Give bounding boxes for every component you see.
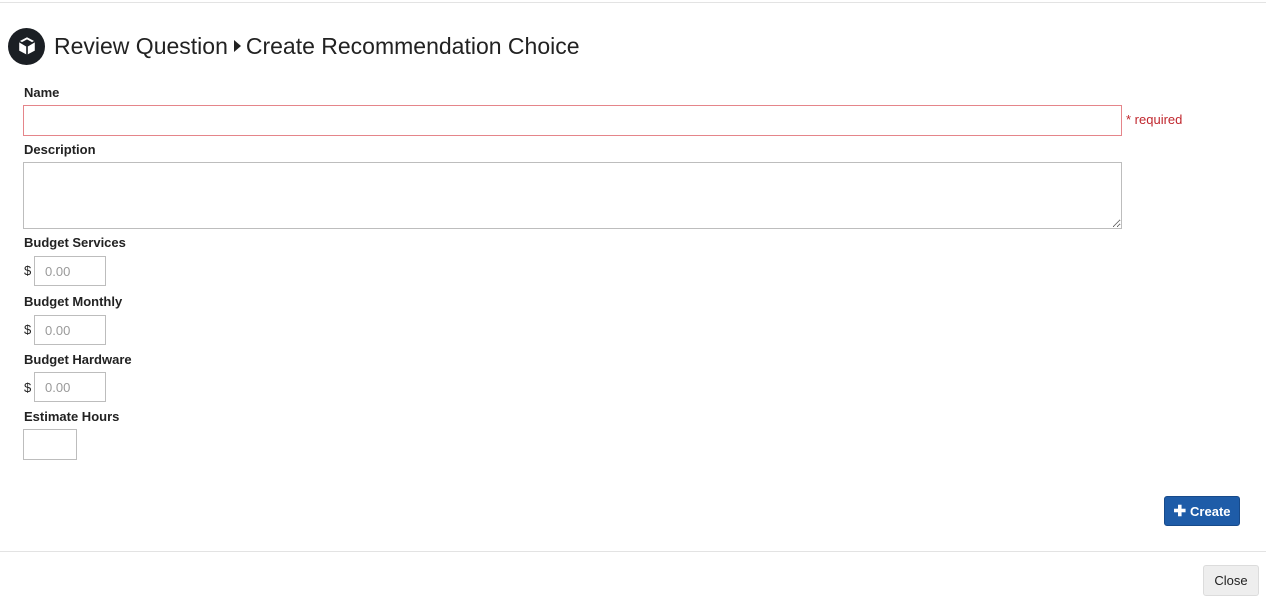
cube-icon xyxy=(8,27,45,65)
name-label: Name xyxy=(24,85,60,100)
caret-right-icon xyxy=(233,40,241,52)
budget-services-currency: $ xyxy=(24,263,32,278)
budget-monthly-input[interactable] xyxy=(34,315,106,345)
close-button-label: Close xyxy=(1214,573,1248,588)
name-field[interactable] xyxy=(23,105,1122,136)
dialog-header: Review Question Create Recommendation Ch… xyxy=(8,27,580,65)
budget-services-label: Budget Services xyxy=(24,235,126,250)
plus-icon: ✚ xyxy=(1173,502,1187,520)
budget-hardware-label: Budget Hardware xyxy=(24,352,132,367)
top-divider xyxy=(0,2,1266,3)
budget-monthly-label: Budget Monthly xyxy=(24,294,123,309)
budget-hardware-input[interactable] xyxy=(34,372,106,402)
breadcrumb-parent: Review Question xyxy=(54,32,228,59)
budget-hardware-currency: $ xyxy=(24,380,32,395)
create-recommendation-dialog: Review Question Create Recommendation Ch… xyxy=(0,0,1266,600)
description-field[interactable] xyxy=(23,162,1122,229)
create-button[interactable]: ✚ Create xyxy=(1164,496,1240,526)
budget-monthly-currency: $ xyxy=(24,322,32,337)
budget-services-input[interactable] xyxy=(34,256,106,286)
description-label: Description xyxy=(24,142,96,157)
estimate-hours-label: Estimate Hours xyxy=(24,409,120,424)
close-button[interactable]: Close xyxy=(1203,565,1259,596)
footer-divider xyxy=(0,551,1266,552)
page-title: Create Recommendation Choice xyxy=(245,32,580,59)
required-note: * required xyxy=(1126,112,1183,127)
estimate-hours-input[interactable] xyxy=(23,429,77,460)
create-button-label: Create xyxy=(1190,503,1231,519)
